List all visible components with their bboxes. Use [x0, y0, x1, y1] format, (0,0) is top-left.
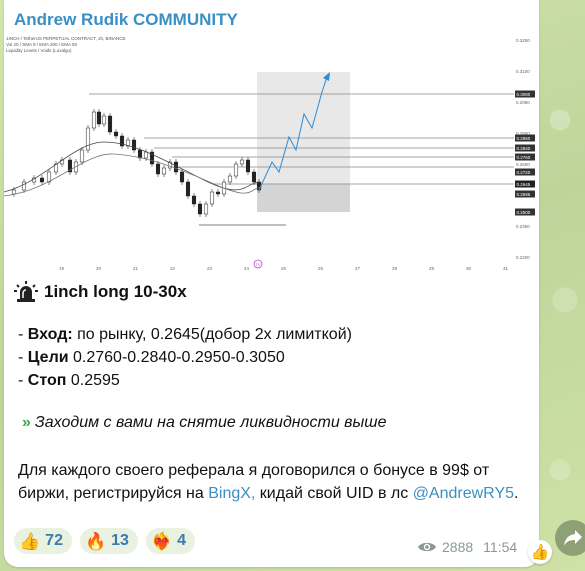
chart-x-label: 24 — [244, 266, 250, 271]
thumbs-up-icon[interactable]: 👍 — [528, 540, 552, 564]
candle — [91, 111, 97, 129]
chart-y-label: 0.2950 — [516, 100, 530, 105]
message-time: 11:54 — [483, 539, 518, 555]
bingx-link[interactable]: BingX, — [208, 485, 255, 502]
candle — [107, 115, 113, 133]
candle — [245, 159, 251, 173]
candle — [96, 111, 102, 125]
candle — [131, 139, 137, 151]
entry-line: - Вход: по рынку, 0.2645(добор 2х лимитк… — [18, 326, 352, 343]
stop-value: 0.2595 — [66, 372, 120, 389]
candle — [101, 115, 107, 125]
chart-x-label: 20 — [96, 266, 102, 271]
chart-header-line: Liquidity Levels / Voids (Luxalgo) — [6, 48, 72, 53]
candle — [39, 177, 45, 183]
candle — [155, 163, 161, 175]
heart-on-fire-icon: ❤️‍🔥 — [150, 531, 173, 551]
candle — [251, 171, 257, 183]
price-tag-label: 0.3080 — [517, 92, 531, 97]
price-tag-label: 0.2840 — [517, 146, 531, 151]
reaction-heart-on-fire[interactable]: ❤️‍🔥 4 — [145, 528, 196, 554]
stop-label: Стоп — [27, 372, 67, 389]
chart-y-label: 0.2200 — [516, 255, 530, 260]
candle — [256, 181, 262, 191]
chart-x-label: 23 — [207, 266, 213, 271]
entry-value: по рынку, 0.2645(добор 2х лимиткой) — [72, 326, 352, 343]
channel-name[interactable]: Andrew Rudik COMMUNITY — [14, 10, 238, 30]
candle — [79, 149, 85, 163]
reaction-thumbs-up[interactable]: 👍 72 — [14, 528, 72, 554]
candle — [185, 181, 191, 197]
chart-header-line: 1INCH / TetherUS PERPETUAL CONTRACT, 1h,… — [6, 36, 126, 41]
author-handle-link[interactable]: @AndrewRY5 — [413, 485, 514, 502]
post-title: 1inch long 10-30x — [14, 280, 187, 304]
candle — [227, 175, 233, 183]
price-tag-label: 0.2500 — [517, 210, 531, 215]
chart-x-label: 29 — [429, 266, 435, 271]
fire-icon: 🔥 — [84, 531, 107, 551]
chart-x-label: 21 — [133, 266, 139, 271]
candle — [233, 163, 239, 177]
candle — [173, 161, 179, 173]
candle — [85, 127, 91, 151]
siren-icon — [14, 281, 38, 302]
candle — [143, 151, 149, 159]
chart-x-label: 22 — [170, 266, 176, 271]
entry-label: Вход: — [27, 326, 73, 343]
price-tag-label: 0.2595 — [517, 192, 531, 197]
reaction-count: 13 — [111, 532, 129, 549]
price-tag-label: 0.2760 — [517, 155, 531, 160]
chart-x-label: 28 — [392, 266, 398, 271]
candle — [239, 159, 245, 165]
chart-x-label: 31 — [503, 266, 509, 271]
candle — [137, 149, 143, 159]
candle — [209, 191, 215, 205]
chart-x-label: 30 — [466, 266, 472, 271]
candle — [191, 195, 197, 205]
chart-x-label: 27 — [355, 266, 361, 271]
price-tag-label: 0.2720 — [517, 170, 531, 175]
chart-y-label: 0.3100 — [516, 69, 530, 74]
candle — [215, 191, 221, 195]
price-tag-label: 0.2645 — [517, 182, 531, 187]
candle — [197, 203, 203, 215]
stop-line: - Стоп 0.2595 — [18, 372, 120, 389]
post-title-text: 1inch long 10-30x — [44, 282, 187, 301]
targets-line: - Цели 0.2760-0.2840-0.2950-0.3050 — [18, 349, 285, 366]
note-text: Заходим с вами на снятие ликвидности выш… — [34, 414, 387, 431]
reaction-fire[interactable]: 🔥 13 — [79, 528, 138, 554]
chart-x-label: 19 — [59, 266, 65, 271]
price-tag-label: 0.2960 — [517, 136, 531, 141]
share-icon — [564, 530, 582, 546]
share-button[interactable] — [555, 520, 585, 556]
views-count: 2888 — [442, 539, 474, 555]
reaction-count: 4 — [177, 532, 187, 549]
chart-image[interactable]: 1INCH / TetherUS PERPETUAL CONTRACT, 1h,… — [4, 32, 539, 272]
chart-y-label: 0.3250 — [516, 38, 530, 43]
targets-label: Цели — [27, 349, 69, 366]
candle — [161, 167, 167, 175]
trading-chart: 1INCH / TetherUS PERPETUAL CONTRACT, 1h,… — [4, 36, 535, 271]
chart-header-line: Vol 20 / SMA 9 / EMA 200 / EMA 50 — [6, 42, 78, 47]
message-meta: 2888 11:54 — [417, 539, 517, 555]
watermark-text: TV — [256, 262, 261, 267]
eye-icon — [418, 542, 436, 552]
candle — [179, 171, 185, 183]
reaction-count: 72 — [45, 532, 63, 549]
note-line: » Заходим с вами на снятие ликвидности в… — [22, 414, 386, 432]
candle — [203, 203, 209, 215]
chart-y-label: 0.2350 — [516, 224, 530, 229]
chart-x-label: 26 — [318, 266, 324, 271]
candle — [11, 189, 17, 195]
chart-y-label: 0.2650 — [516, 162, 530, 167]
thumbs-up-icon: 👍 — [19, 531, 41, 551]
chart-x-label: 25 — [281, 266, 287, 271]
promo-text: Для каждого своего реферала я договорилс… — [18, 462, 519, 502]
targets-value: 0.2760-0.2840-0.2950-0.3050 — [68, 349, 285, 366]
stop-zone — [257, 184, 350, 212]
candle — [113, 131, 119, 137]
reactions-bar: 👍 72 🔥 13 ❤️‍🔥 4 — [14, 528, 196, 554]
candle — [21, 181, 27, 191]
double-chevron-icon: » — [22, 414, 31, 431]
